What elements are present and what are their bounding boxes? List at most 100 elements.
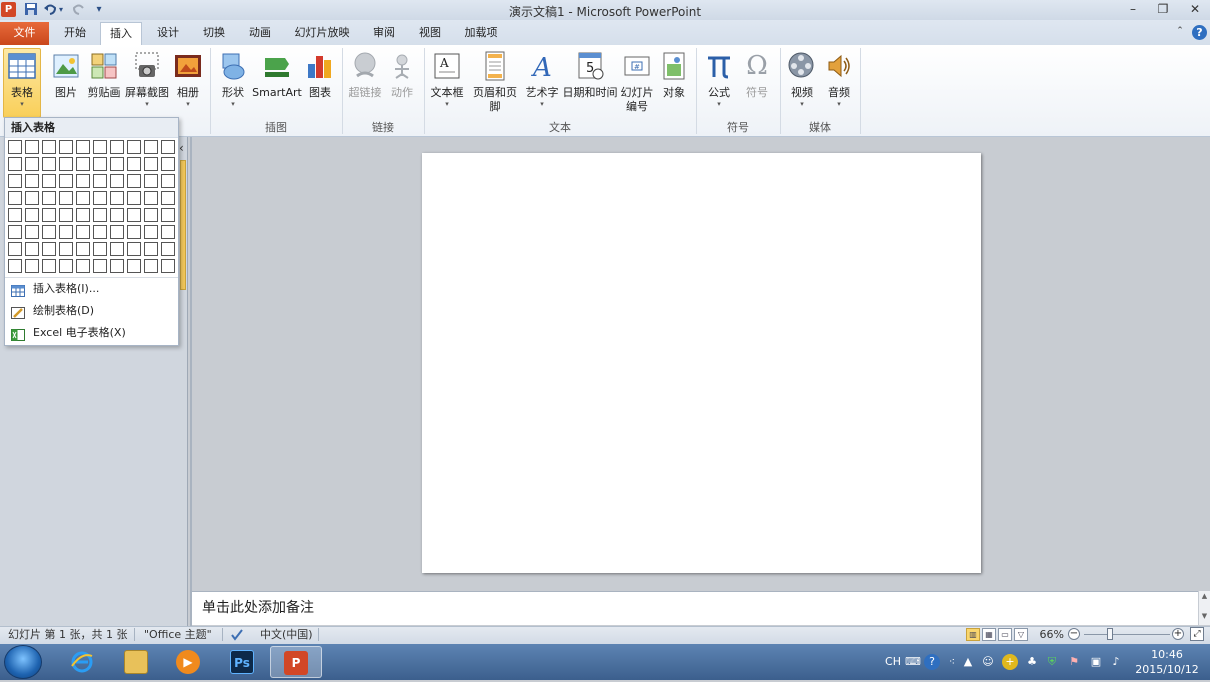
table-grid-cell[interactable]	[59, 157, 73, 171]
video-button[interactable]: 视频 ▾	[784, 48, 820, 116]
table-grid-cell[interactable]	[93, 225, 107, 239]
audio-button[interactable]: 音频 ▾	[822, 48, 856, 116]
table-grid-cell[interactable]	[127, 140, 141, 154]
close-pane-icon[interactable]: ‹	[179, 141, 189, 155]
tab-transitions[interactable]: 切换	[192, 22, 236, 45]
spellcheck-icon[interactable]	[230, 627, 246, 643]
tab-design[interactable]: 设计	[146, 22, 190, 45]
table-grid-cell[interactable]	[161, 225, 175, 239]
table-grid-cell[interactable]	[110, 242, 124, 256]
table-grid-cell[interactable]	[127, 157, 141, 171]
zoom-level[interactable]: 66%	[1034, 627, 1064, 643]
table-grid-cell[interactable]	[25, 242, 39, 256]
table-grid-cell[interactable]	[8, 140, 22, 154]
header-footer-button[interactable]: 页眉和页脚	[468, 48, 522, 116]
table-grid-cell[interactable]	[25, 140, 39, 154]
screenshot-button[interactable]: 屏幕截图 ▾	[124, 48, 170, 116]
tab-animations[interactable]: 动画	[238, 22, 282, 45]
table-grid-cell[interactable]	[110, 191, 124, 205]
table-grid-cell[interactable]	[110, 259, 124, 273]
table-grid-cell[interactable]	[161, 191, 175, 205]
table-grid-cell[interactable]	[42, 242, 56, 256]
symbol-button[interactable]: Ω 符号	[740, 48, 774, 116]
table-grid-cell[interactable]	[93, 157, 107, 171]
table-grid-cell[interactable]	[25, 259, 39, 273]
zoom-slider-thumb[interactable]	[1107, 628, 1113, 640]
table-grid-cell[interactable]	[93, 242, 107, 256]
table-grid-cell[interactable]	[59, 259, 73, 273]
table-grid-cell[interactable]	[25, 191, 39, 205]
table-grid-cell[interactable]	[127, 174, 141, 188]
help-icon[interactable]: ?	[1192, 25, 1207, 40]
table-grid-cell[interactable]	[76, 259, 90, 273]
textbox-button[interactable]: A 文本框 ▾	[428, 48, 466, 116]
tab-file[interactable]: 文件	[0, 22, 49, 45]
slide-number-button[interactable]: # 幻灯片 编号	[620, 48, 654, 116]
tab-view[interactable]: 视图	[408, 22, 452, 45]
table-grid-cell[interactable]	[144, 242, 158, 256]
user-tray-icon[interactable]: ☺	[980, 654, 996, 670]
table-grid-cell[interactable]	[25, 208, 39, 222]
table-grid-cell[interactable]	[76, 157, 90, 171]
wordart-button[interactable]: A 艺术字 ▾	[524, 48, 560, 116]
notes-pane[interactable]: 单击此处添加备注	[192, 591, 1198, 625]
table-grid-cell[interactable]	[8, 259, 22, 273]
table-grid-cell[interactable]	[25, 157, 39, 171]
plus-tray-icon[interactable]: +	[1002, 654, 1018, 670]
menu-item-insert-table[interactable]: 插入表格(I)...	[5, 278, 178, 300]
table-grid-cell[interactable]	[93, 191, 107, 205]
volume-icon[interactable]: ♪	[1108, 654, 1124, 670]
zoom-in-button[interactable]: +	[1172, 628, 1184, 640]
smartart-button[interactable]: SmartArt	[252, 48, 302, 116]
tab-home[interactable]: 开始	[53, 22, 97, 45]
table-grid-cell[interactable]	[127, 259, 141, 273]
tab-slideshow[interactable]: 幻灯片放映	[288, 22, 356, 45]
table-grid-cell[interactable]	[110, 157, 124, 171]
table-grid-cell[interactable]	[59, 140, 73, 154]
table-grid-cell[interactable]	[8, 208, 22, 222]
table-grid-cell[interactable]	[8, 225, 22, 239]
table-grid-cell[interactable]	[76, 225, 90, 239]
table-grid-cell[interactable]	[110, 174, 124, 188]
theme-status[interactable]: "Office 主题"	[144, 627, 222, 643]
tab-insert[interactable]: 插入	[100, 22, 142, 45]
equation-button[interactable]: 公式 ▾	[702, 48, 736, 116]
shapes-button[interactable]: 形状 ▾	[216, 48, 250, 116]
table-grid-cell[interactable]	[144, 259, 158, 273]
table-grid-cell[interactable]	[93, 140, 107, 154]
language-status[interactable]: 中文(中国)	[260, 627, 320, 643]
reading-view-icon[interactable]: ▭	[998, 628, 1012, 641]
hyperlink-button[interactable]: 超链接	[346, 48, 384, 116]
keyboard-icon[interactable]: ⌨	[905, 654, 921, 670]
table-grid-cell[interactable]	[144, 191, 158, 205]
table-grid-cell[interactable]	[8, 174, 22, 188]
table-grid-cell[interactable]	[127, 208, 141, 222]
table-grid-cell[interactable]	[127, 242, 141, 256]
slide-sorter-icon[interactable]: ▦	[982, 628, 996, 641]
table-grid-cell[interactable]	[144, 225, 158, 239]
table-grid-cell[interactable]	[161, 140, 175, 154]
tray-options-icon[interactable]: ⁖	[944, 654, 960, 670]
taskbar-media-player[interactable]: ▶	[162, 646, 214, 678]
qq-penguin-icon[interactable]: ♣	[1024, 654, 1040, 670]
table-grid-cell[interactable]	[161, 242, 175, 256]
table-grid-cell[interactable]	[76, 191, 90, 205]
tab-review[interactable]: 审阅	[362, 22, 406, 45]
zoom-out-button[interactable]: −	[1068, 628, 1080, 640]
table-grid-cell[interactable]	[161, 208, 175, 222]
zoom-slider-track[interactable]	[1084, 634, 1170, 635]
table-grid-cell[interactable]	[76, 208, 90, 222]
object-button[interactable]: 对象	[658, 48, 690, 116]
table-grid-cell[interactable]	[59, 174, 73, 188]
scroll-up-icon[interactable]: ▲	[1199, 591, 1210, 601]
table-grid-cell[interactable]	[110, 140, 124, 154]
table-grid-cell[interactable]	[161, 174, 175, 188]
table-grid-cell[interactable]	[42, 191, 56, 205]
table-grid-cell[interactable]	[76, 174, 90, 188]
security-shield-icon[interactable]: ⛨	[1044, 654, 1060, 670]
table-grid-cell[interactable]	[25, 174, 39, 188]
minimize-ribbon-icon[interactable]: ⌃	[1174, 26, 1186, 38]
table-grid-cell[interactable]	[127, 225, 141, 239]
table-grid-cell[interactable]	[110, 208, 124, 222]
table-grid-cell[interactable]	[144, 208, 158, 222]
